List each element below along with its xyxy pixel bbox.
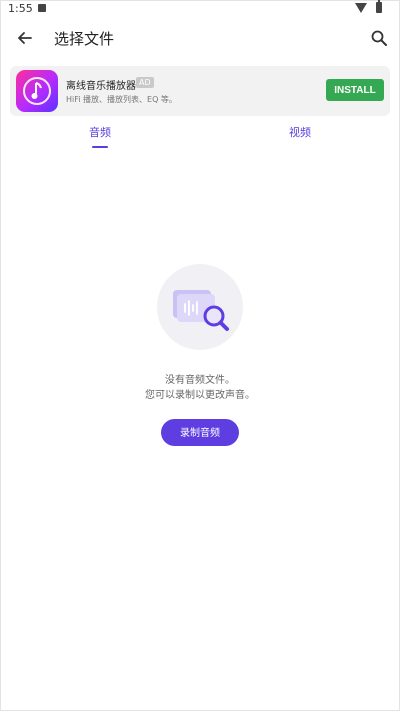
tab-indicator [92, 146, 108, 148]
ad-banner[interactable]: 离线音乐播放器 AD HiFi 播放、播放列表、EQ 等。 INSTALL [10, 66, 390, 116]
record-audio-button[interactable]: 录制音频 [161, 419, 239, 446]
tab-video[interactable]: 视频 [270, 124, 330, 140]
empty-state-message: 没有音频文件。 [165, 375, 235, 386]
install-button[interactable]: INSTALL [326, 79, 384, 101]
empty-state-hint: 您可以录制以更改声音。 [145, 390, 255, 401]
battery-icon [376, 0, 382, 13]
page-title: 选择文件 [54, 30, 115, 48]
tab-bar: 音频 视频 [0, 118, 400, 150]
notification-icon [38, 4, 46, 12]
ad-badge: AD [136, 77, 154, 88]
ad-description: HiFi 播放、播放列表、EQ 等。 [66, 95, 177, 104]
empty-audio-illustration [157, 264, 243, 350]
music-note-icon [31, 82, 42, 99]
audio-search-icon [173, 290, 229, 331]
status-time: 1:55 [8, 2, 33, 15]
app-bar: 选择文件 [0, 18, 400, 58]
wifi-icon [355, 3, 367, 13]
search-icon[interactable] [368, 27, 390, 49]
back-arrow-icon[interactable] [14, 27, 36, 49]
music-app-icon[interactable] [16, 70, 58, 112]
tab-audio[interactable]: 音频 [70, 124, 130, 140]
ad-title[interactable]: 离线音乐播放器 [66, 77, 136, 92]
status-bar: 1:55 [0, 0, 400, 18]
